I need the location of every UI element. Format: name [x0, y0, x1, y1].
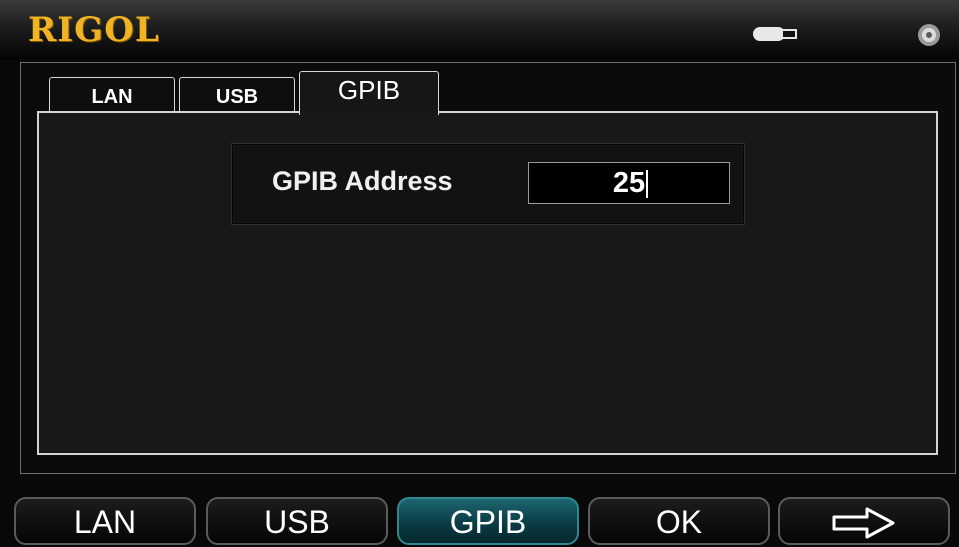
- softkey-bar: LAN USB GPIB OK: [0, 492, 959, 547]
- header-bar: RIGOL: [0, 0, 959, 59]
- softkey-next[interactable]: [778, 497, 950, 545]
- tab-lan[interactable]: LAN: [49, 77, 175, 113]
- usb-device-icon: [753, 27, 797, 41]
- gpib-address-label: GPIB Address: [272, 166, 453, 196]
- gpib-address-input[interactable]: [528, 162, 730, 204]
- gpib-settings-area: GPIB Address: [37, 111, 938, 455]
- tab-gpib[interactable]: GPIB: [299, 71, 439, 115]
- tab-usb[interactable]: USB: [179, 77, 295, 113]
- interface-panel: LAN USB GPIB GPIB Address: [20, 62, 956, 474]
- rigol-logo: RIGOL: [28, 10, 160, 50]
- softkey-lan[interactable]: LAN: [14, 497, 196, 545]
- speaker-icon: [918, 24, 940, 46]
- softkey-gpib[interactable]: GPIB: [397, 497, 579, 545]
- instrument-screen: RIGOL LAN USB GPIB GPIB Address LAN USB …: [0, 0, 959, 547]
- text-cursor: [646, 170, 648, 198]
- gpib-address-group: GPIB Address: [231, 143, 745, 225]
- right-arrow-icon: [832, 507, 895, 539]
- softkey-usb[interactable]: USB: [206, 497, 388, 545]
- softkey-ok[interactable]: OK: [588, 497, 770, 545]
